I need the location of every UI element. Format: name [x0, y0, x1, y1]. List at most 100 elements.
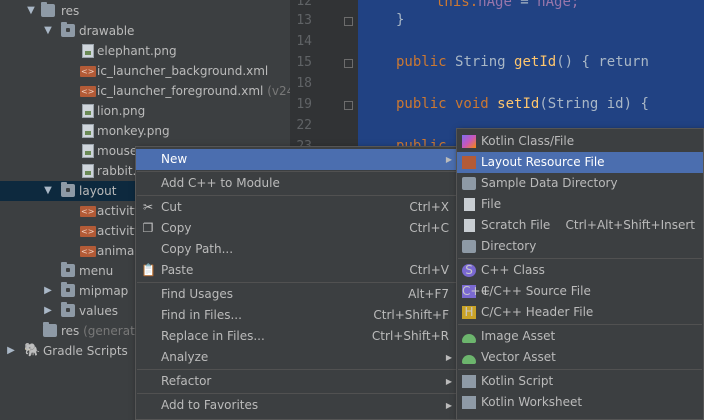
menu-separator	[137, 393, 456, 394]
tree-item-label: ic_launcher_background.xml	[97, 64, 269, 78]
line-number: 15	[296, 55, 312, 70]
submenu-item-vector-asset[interactable]: Vector Asset	[457, 347, 703, 368]
menu-item-replace-in-files[interactable]: Replace in Files... Ctrl+Shift+R	[136, 326, 457, 347]
image-file-icon	[82, 144, 94, 158]
kotlin-script-icon	[462, 375, 476, 388]
chevron-down-icon[interactable]: ▼	[25, 1, 37, 21]
menu-item-paste[interactable]: 📋 Paste Ctrl+V	[136, 260, 457, 281]
tree-item-file[interactable]: ic_launcher_background.xml	[0, 61, 290, 82]
folder-icon	[462, 240, 476, 253]
tree-item-file[interactable]: lion.png	[0, 101, 290, 121]
submenu-item-file[interactable]: File	[457, 194, 703, 215]
tree-item-label: Gradle Scripts	[43, 344, 128, 358]
tree-item-drawable[interactable]: ▼ drawable	[0, 21, 290, 41]
menu-item-label: New	[161, 152, 188, 166]
menu-item-label: Copy	[161, 221, 192, 235]
image-file-icon	[82, 164, 94, 178]
shortcut-label: Ctrl+Shift+F	[373, 308, 449, 322]
code-line: }	[396, 12, 405, 28]
menu-item-label: C/C++ Header File	[481, 305, 594, 319]
menu-separator	[458, 369, 702, 370]
image-file-icon	[82, 44, 94, 58]
submenu-item-kotlin-script[interactable]: Kotlin Script	[457, 371, 703, 392]
chevron-down-icon[interactable]: ▼	[42, 21, 54, 41]
submenu-item-layout-resource-file[interactable]: Layout Resource File	[457, 152, 703, 173]
submenu-item-image-asset[interactable]: Image Asset	[457, 326, 703, 347]
submenu-item-cpp-source[interactable]: C++ C/C++ Source File	[457, 281, 703, 302]
submenu-item-sample-data-directory[interactable]: Sample Data Directory	[457, 173, 703, 194]
menu-item-label: Add to Favorites	[161, 398, 259, 412]
line-number: 22	[296, 118, 312, 133]
menu-item-find-usages[interactable]: Find Usages Alt+F7	[136, 284, 457, 305]
submenu-arrow-icon: ▶	[445, 353, 452, 362]
new-submenu: Kotlin Class/File Layout Resource File S…	[456, 128, 704, 420]
image-file-icon	[82, 124, 94, 138]
tree-item-file[interactable]: monkey.png	[0, 121, 290, 141]
code-line: public String getId() { return	[396, 54, 649, 70]
menu-item-label: Directory	[481, 239, 537, 253]
shortcut-label: Ctrl+C	[409, 221, 449, 235]
menu-separator	[137, 369, 456, 370]
menu-item-add-to-favorites[interactable]: Add to Favorites ▶	[136, 395, 457, 416]
submenu-item-directory[interactable]: Directory	[457, 236, 703, 257]
submenu-item-cpp-class[interactable]: S C++ Class	[457, 260, 703, 281]
menu-separator	[137, 171, 456, 172]
tree-item-label: elephant.png	[97, 44, 177, 58]
menu-item-label: Sample Data Directory	[481, 176, 618, 190]
folder-icon	[61, 302, 75, 317]
menu-separator	[458, 324, 702, 325]
menu-item-copy-path[interactable]: Copy Path...	[136, 239, 457, 260]
tree-item-label: lion.png	[97, 104, 146, 118]
menu-item-new[interactable]: New ▶	[136, 149, 457, 170]
shortcut-label: Ctrl+Shift+R	[371, 329, 449, 343]
menu-item-analyze[interactable]: Analyze ▶	[136, 347, 457, 368]
fold-marker-icon[interactable]	[344, 17, 353, 26]
tree-item-label: drawable	[79, 24, 135, 38]
menu-separator	[137, 282, 456, 283]
chevron-right-icon[interactable]: ▶	[42, 301, 54, 321]
tree-item-label: values	[79, 304, 119, 318]
submenu-arrow-icon: ▶	[445, 401, 452, 410]
menu-item-label: Add C++ to Module	[161, 176, 280, 190]
file-icon	[464, 198, 475, 211]
menu-item-find-in-files[interactable]: Find in Files... Ctrl+Shift+F	[136, 305, 457, 326]
xml-file-icon	[80, 202, 96, 222]
folder-icon	[61, 182, 75, 197]
android-icon	[462, 355, 476, 364]
kotlin-worksheet-icon	[462, 396, 476, 409]
fold-marker-icon[interactable]	[344, 101, 353, 110]
menu-item-refactor[interactable]: Refactor ▶	[136, 371, 457, 392]
menu-item-cut[interactable]: ✂ Cut Ctrl+X	[136, 197, 457, 218]
context-menu: New ▶ Add C++ to Module ✂ Cut Ctrl+X ❐ C…	[135, 146, 458, 420]
tree-item-file[interactable]: elephant.png	[0, 41, 290, 61]
submenu-item-cpp-header[interactable]: H C/C++ Header File	[457, 302, 703, 323]
submenu-item-kotlin-worksheet[interactable]: Kotlin Worksheet	[457, 392, 703, 413]
fold-marker-icon[interactable]	[344, 59, 353, 68]
submenu-item-scratch-file[interactable]: Scratch File Ctrl+Alt+Shift+Insert	[457, 215, 703, 236]
line-number: 12	[296, 0, 312, 9]
tree-item-label: mipmap	[79, 284, 129, 298]
menu-item-label: Copy Path...	[161, 242, 234, 256]
chevron-right-icon[interactable]: ▶	[42, 281, 54, 301]
tree-item-res[interactable]: ▼ res	[0, 1, 290, 21]
tree-item-file[interactable]: ic_launcher_foreground.xml (v24)	[0, 81, 299, 102]
paste-icon: 📋	[141, 263, 156, 277]
menu-item-add-cpp[interactable]: Add C++ to Module	[136, 173, 457, 194]
menu-item-label: Kotlin Class/File	[481, 134, 575, 148]
submenu-item-kotlin-class[interactable]: Kotlin Class/File	[457, 131, 703, 152]
xml-file-icon	[80, 242, 96, 262]
code-line: this.nAge = nAge;	[436, 0, 580, 10]
menu-item-label: Kotlin Worksheet	[481, 395, 583, 409]
shortcut-label: Alt+F7	[408, 287, 449, 301]
chevron-down-icon[interactable]: ▼	[42, 181, 54, 201]
chevron-right-icon[interactable]: ▶	[5, 341, 17, 361]
menu-item-label: Analyze	[161, 350, 209, 364]
menu-item-copy[interactable]: ❐ Copy Ctrl+C	[136, 218, 457, 239]
folder-icon	[43, 322, 57, 337]
menu-item-label: Refactor	[161, 374, 212, 388]
menu-item-label: Cut	[161, 200, 182, 214]
kotlin-icon	[462, 135, 476, 148]
menu-item-label: Find Usages	[161, 287, 234, 301]
menu-item-label: File	[481, 197, 502, 211]
line-number: 14	[296, 34, 312, 49]
